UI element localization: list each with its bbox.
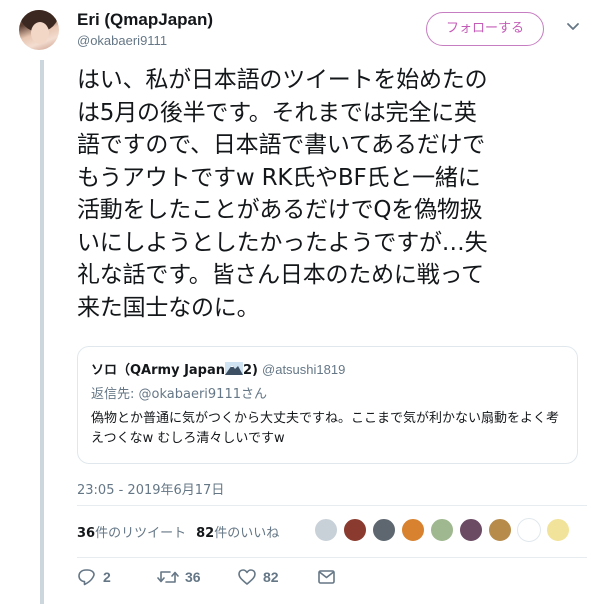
liker-avatar[interactable] [546, 518, 570, 542]
quoted-tweet[interactable]: ソロ（QArmy Japan 2) @atsushi1819 返信先: @okaba… [77, 346, 578, 464]
chevron-down-icon[interactable] [566, 20, 580, 34]
quoted-display-name: ソロ（QArmy Japan 2) [91, 362, 259, 378]
author-handle[interactable]: @okabaeri9111 [77, 32, 213, 50]
divider [77, 557, 587, 558]
quoted-reply-context: 返信先: @okabaeri9111さん [91, 387, 267, 402]
heart-icon [238, 569, 256, 585]
liker-avatar[interactable] [401, 518, 425, 542]
divider [77, 505, 587, 506]
tweet-text: はい、私が日本語のツイートを始めたの は5月の後半です。それまでは完全に英 語で… [77, 67, 488, 321]
reply-icon [78, 569, 95, 586]
quoted-tweet-text: 偽物とか普通に気がつくから大丈夫ですね。ここまで気が利かない扇動をよく考えつくな… [91, 411, 560, 446]
author-display-name[interactable]: Eri (QmapJapan) [77, 10, 213, 30]
quoted-tweet-header: ソロ（QArmy Japan 2) @atsushi1819 [91, 359, 345, 378]
liker-avatar[interactable] [488, 518, 512, 542]
liker-avatar[interactable] [343, 518, 367, 542]
retweet-icon [157, 571, 179, 583]
liker-avatar[interactable] [459, 518, 483, 542]
like-count: 82 [263, 569, 279, 585]
mountain-icon [225, 362, 244, 375]
retweet-stat[interactable]: 36件のリツイート [77, 526, 186, 541]
liker-avatar[interactable] [430, 518, 454, 542]
liker-avatar[interactable] [372, 518, 396, 542]
envelope-icon [318, 570, 335, 584]
like-stat[interactable]: 82件のいいね [196, 526, 279, 541]
like-button[interactable]: 82 [237, 566, 279, 588]
tweet-actions: 2 36 82 [77, 566, 587, 588]
reply-to-link[interactable]: @okabaeri9111さん [139, 387, 267, 402]
thread-line [40, 60, 44, 604]
tweet-timestamp[interactable]: 23:05 - 2019年6月17日 [77, 479, 224, 498]
retweet-count: 36 [185, 569, 201, 585]
liker-avatar[interactable] [314, 518, 338, 542]
liker-avatar[interactable] [517, 518, 541, 542]
tweet: Eri (QmapJapan) @okabaeri9111 フォローする はい、… [0, 0, 612, 604]
avatar[interactable] [19, 10, 59, 50]
reply-count: 2 [103, 569, 111, 585]
reply-button[interactable]: 2 [77, 566, 111, 588]
tweet-stats: 36件のリツイート 82件のいいね [77, 522, 279, 541]
tweet-header: Eri (QmapJapan) @okabaeri9111 [77, 10, 213, 50]
retweet-button[interactable]: 36 [157, 566, 201, 588]
direct-message-button[interactable] [317, 566, 337, 588]
follow-button[interactable]: フォローする [426, 12, 544, 46]
quoted-handle: @atsushi1819 [262, 362, 346, 377]
